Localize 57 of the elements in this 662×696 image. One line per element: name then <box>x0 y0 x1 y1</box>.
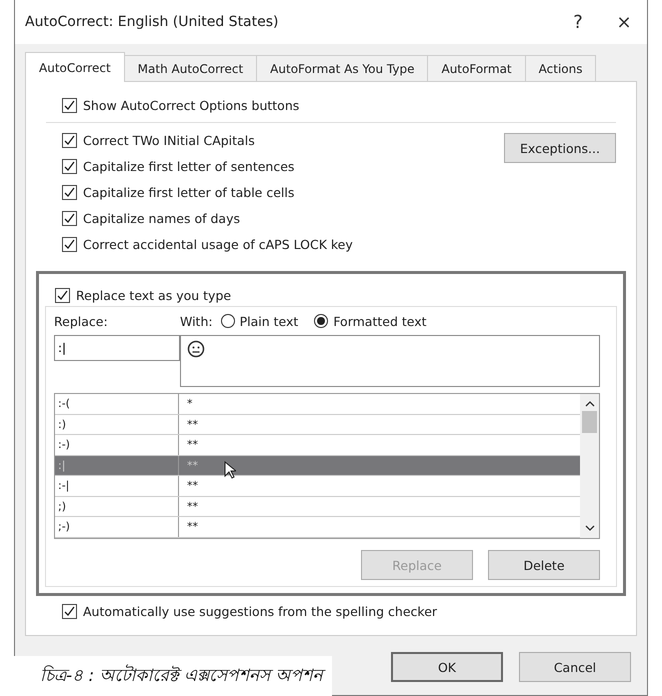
radio-button[interactable] <box>314 314 328 328</box>
table-cell: ;-) <box>55 517 179 538</box>
table-row[interactable]: ;) ** <box>55 496 580 518</box>
field-label: With: <box>180 314 213 328</box>
help-button[interactable]: ? <box>555 2 601 42</box>
radio-label: Formatted text <box>333 314 427 328</box>
radio-button[interactable] <box>220 314 235 328</box>
checkbox[interactable] <box>62 98 77 112</box>
table-cell: :-| <box>55 476 179 496</box>
checkbox[interactable] <box>62 236 77 252</box>
table-row[interactable]: :-) ** <box>55 435 580 456</box>
tab[interactable]: Actions <box>524 55 596 82</box>
table-cell: :-) <box>55 435 179 455</box>
checkbox-label: Replace text as you type <box>76 288 232 302</box>
checkbox[interactable] <box>62 184 77 200</box>
checkbox[interactable] <box>62 604 77 618</box>
mouse-pointer-icon <box>224 461 236 479</box>
table-cell-text: ** <box>186 458 199 474</box>
close-button[interactable]: × <box>601 2 647 42</box>
table-cell-text: ** <box>186 478 199 494</box>
table-row[interactable]: :) ** <box>55 414 580 436</box>
checkbox[interactable] <box>62 132 77 148</box>
table-row[interactable]: :-( * <box>55 394 580 415</box>
table-cell-text: ** <box>186 437 199 454</box>
dialog-button[interactable]: Cancel <box>519 652 631 682</box>
exceptions-button[interactable]: Exceptions... <box>504 133 616 163</box>
scrollbar[interactable] <box>580 394 599 538</box>
with-field[interactable] <box>180 335 600 387</box>
tab[interactable]: AutoCorrect <box>25 52 125 82</box>
checkbox-label: Capitalize names of days <box>83 210 240 226</box>
checkbox-label: Show AutoCorrect Options buttons <box>83 98 300 112</box>
table-row[interactable]: :-| ** <box>55 476 580 497</box>
neutral-face-icon <box>187 340 205 358</box>
table-cell-text: ** <box>186 519 199 536</box>
checkbox[interactable] <box>55 288 70 302</box>
checkbox[interactable] <box>62 158 77 174</box>
table-cell: ;) <box>55 496 179 516</box>
checkbox-label: Correct TWo INitial CApitals <box>83 132 255 148</box>
table-cell-text: ** <box>186 416 199 433</box>
radio-label: Plain text <box>240 314 298 328</box>
table-cell: :| <box>55 456 179 476</box>
checkbox[interactable] <box>62 210 77 226</box>
delete-button[interactable]: Delete <box>488 550 600 580</box>
table-cell-text: * <box>186 396 194 412</box>
checkbox-label: Capitalize first letter of sentences <box>83 158 294 174</box>
field-label: Replace: <box>54 314 109 328</box>
replace-field[interactable]: :| <box>54 335 180 361</box>
table-cell-text: ** <box>186 498 199 515</box>
checkbox-label: Capitalize first letter of table cells <box>83 184 294 200</box>
window-title: AutoCorrect: English (United States) <box>25 14 280 30</box>
table-row[interactable]: ;-) ** <box>55 517 580 538</box>
checkbox-label: Correct accidental usage of cAPS LOCK key <box>83 236 353 252</box>
scrollbar-thumb[interactable] <box>582 411 597 433</box>
checkbox-label: Automatically use suggestions from the spelling checker <box>83 604 438 618</box>
table-cell: :) <box>55 414 179 434</box>
dialog-button[interactable]: OK <box>391 652 503 682</box>
table-cell: :-( <box>55 394 179 414</box>
